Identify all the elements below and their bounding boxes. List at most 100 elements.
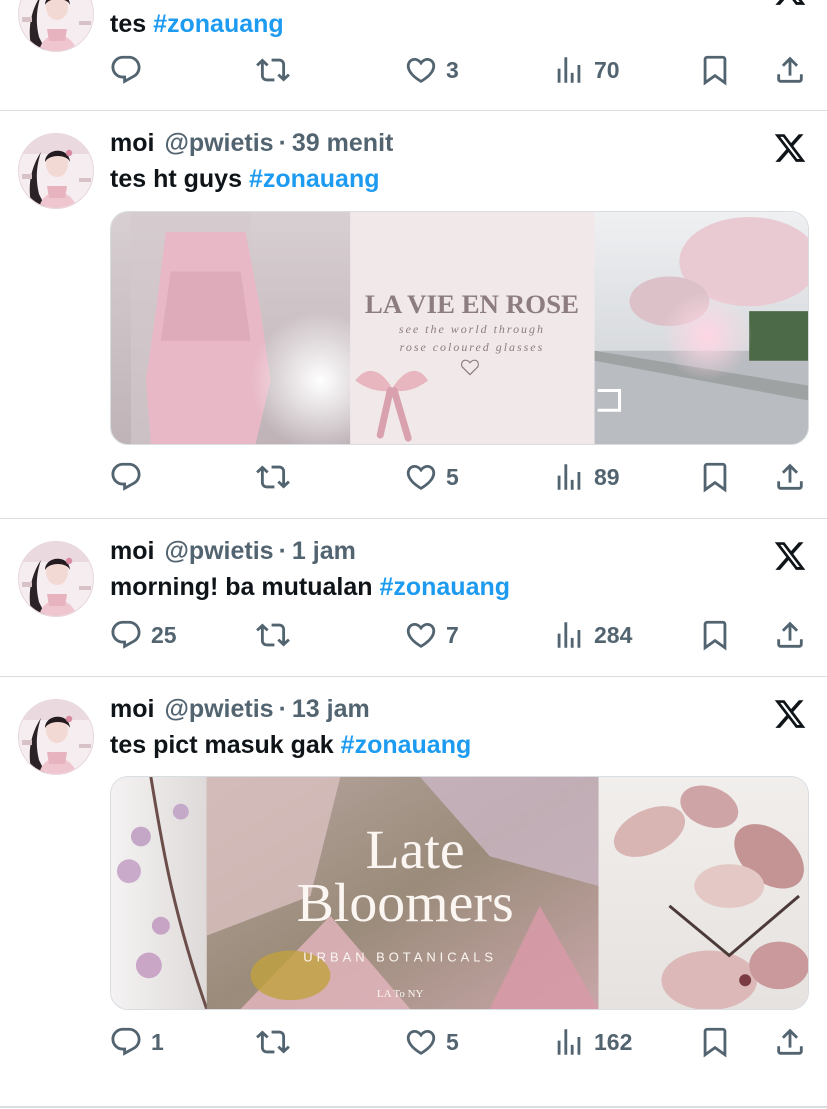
- timeline-feed: tes #zonauang 3 70 moi @pwietis · 39 men…: [0, 0, 827, 1109]
- timestamp[interactable]: 1 jam: [292, 537, 356, 566]
- avatar[interactable]: [18, 699, 94, 775]
- views-count: 70: [594, 56, 620, 83]
- views-button[interactable]: 284: [552, 615, 632, 655]
- share-button[interactable]: [773, 615, 807, 655]
- avatar[interactable]: [18, 541, 94, 617]
- media-line-2: rose coloured glasses: [400, 340, 545, 354]
- media-line-1: see the world through: [399, 322, 545, 336]
- bookmark-icon: [698, 460, 732, 494]
- tweet-actions: 3 70: [0, 50, 827, 90]
- hashtag-link[interactable]: #zonauang: [379, 573, 510, 601]
- hashtag-link[interactable]: #zonauang: [153, 10, 284, 38]
- retweet-icon: [256, 1025, 290, 1059]
- tweet-text-body: tes ht guys: [110, 165, 242, 193]
- tweet-4[interactable]: moi @pwietis · 13 jam tes pict masuk gak…: [0, 677, 827, 1109]
- user-handle[interactable]: @pwietis: [164, 129, 273, 158]
- display-name[interactable]: moi: [110, 695, 154, 724]
- hashtag-link[interactable]: #zonauang: [341, 731, 472, 759]
- reply-button[interactable]: [109, 50, 151, 90]
- reply-count: 1: [151, 1028, 164, 1055]
- retweet-icon: [256, 618, 290, 652]
- retweet-button[interactable]: [256, 457, 298, 497]
- tweet-header: moi @pwietis · 1 jam: [110, 537, 356, 569]
- like-button[interactable]: 7: [404, 615, 459, 655]
- retweet-button[interactable]: [256, 1022, 298, 1062]
- views-chart-icon: [552, 53, 586, 87]
- heart-icon: [404, 53, 438, 87]
- x-logo-icon: [772, 131, 808, 165]
- share-icon: [773, 460, 807, 494]
- heart-icon: [404, 618, 438, 652]
- avatar[interactable]: [18, 133, 94, 209]
- reply-count: 25: [151, 621, 177, 648]
- x-logo-icon: [772, 0, 808, 8]
- heart-icon: [404, 460, 438, 494]
- views-count: 89: [594, 463, 620, 490]
- retweet-button[interactable]: [256, 615, 298, 655]
- like-button[interactable]: 3: [404, 50, 459, 90]
- share-button[interactable]: [773, 1022, 807, 1062]
- views-button[interactable]: 89: [552, 457, 620, 497]
- like-button[interactable]: 5: [404, 457, 459, 497]
- hashtag-link[interactable]: #zonauang: [249, 165, 380, 193]
- x-logo-icon: [772, 539, 808, 573]
- like-count: 5: [446, 1028, 459, 1055]
- bookmark-icon: [698, 53, 732, 87]
- like-count: 7: [446, 621, 459, 648]
- tweet-text: tes #zonauang: [110, 10, 284, 39]
- tweet-text: morning! ba mutualan #zonauang: [110, 573, 510, 602]
- share-button[interactable]: [773, 50, 807, 90]
- tweet-actions: 25 7 284: [0, 615, 827, 655]
- retweet-icon: [256, 460, 290, 494]
- media-subtitle: URBAN BOTANICALS: [303, 949, 497, 964]
- bookmark-button[interactable]: [698, 457, 732, 497]
- share-icon: [773, 1025, 807, 1059]
- views-button[interactable]: 162: [552, 1022, 632, 1062]
- share-icon: [773, 53, 807, 87]
- views-count: 162: [594, 1028, 633, 1055]
- bookmark-icon: [698, 1025, 732, 1059]
- separator-dot: ·: [278, 129, 287, 157]
- timestamp[interactable]: 13 jam: [292, 695, 370, 724]
- reply-icon: [109, 1025, 143, 1059]
- tweet-actions: 1 5 162: [0, 1022, 827, 1062]
- display-name[interactable]: moi: [110, 129, 154, 158]
- user-handle[interactable]: @pwietis: [164, 695, 273, 724]
- bookmark-button[interactable]: [698, 50, 732, 90]
- like-count: 5: [446, 463, 459, 490]
- user-handle[interactable]: @pwietis: [164, 537, 273, 566]
- tweet-media-image[interactable]: Late Bloomers URBAN BOTANICALS LA To NY: [110, 776, 809, 1010]
- reply-button[interactable]: 25: [109, 615, 177, 655]
- tweet-header: moi @pwietis · 13 jam: [110, 695, 370, 727]
- tweet-media-image[interactable]: LA VIE EN ROSE see the world through ros…: [110, 211, 809, 445]
- like-count: 3: [446, 56, 459, 83]
- bookmark-icon: [698, 618, 732, 652]
- share-icon: [773, 618, 807, 652]
- heart-icon: [404, 1025, 438, 1059]
- tweet-actions: 5 89: [0, 457, 827, 497]
- reply-icon: [109, 53, 143, 87]
- display-name[interactable]: moi: [110, 537, 154, 566]
- like-button[interactable]: 5: [404, 1022, 459, 1062]
- share-button[interactable]: [773, 457, 807, 497]
- bookmark-button[interactable]: [698, 615, 732, 655]
- separator-dot: ·: [278, 695, 287, 723]
- tweet-2[interactable]: moi @pwietis · 39 menit tes ht guys #zon…: [0, 111, 827, 519]
- tweet-text: tes pict masuk gak #zonauang: [110, 731, 471, 760]
- views-chart-icon: [552, 1025, 586, 1059]
- reply-button[interactable]: 1: [109, 1022, 164, 1062]
- reply-button[interactable]: [109, 457, 151, 497]
- avatar[interactable]: [18, 0, 94, 52]
- bookmark-button[interactable]: [698, 1022, 732, 1062]
- views-chart-icon: [552, 460, 586, 494]
- views-button[interactable]: 70: [552, 50, 620, 90]
- media-title: LA VIE EN ROSE: [365, 289, 579, 319]
- tweet-text-body: morning! ba mutualan: [110, 573, 373, 601]
- tweet-text-body: tes: [110, 10, 147, 38]
- tweet-3[interactable]: moi @pwietis · 1 jam morning! ba mutuala…: [0, 519, 827, 677]
- tweet-text-body: tes pict masuk gak: [110, 731, 334, 759]
- media-logo: LA To NY: [377, 988, 424, 1000]
- tweet-1[interactable]: tes #zonauang 3 70: [0, 0, 827, 111]
- retweet-button[interactable]: [256, 50, 298, 90]
- timestamp[interactable]: 39 menit: [292, 129, 393, 158]
